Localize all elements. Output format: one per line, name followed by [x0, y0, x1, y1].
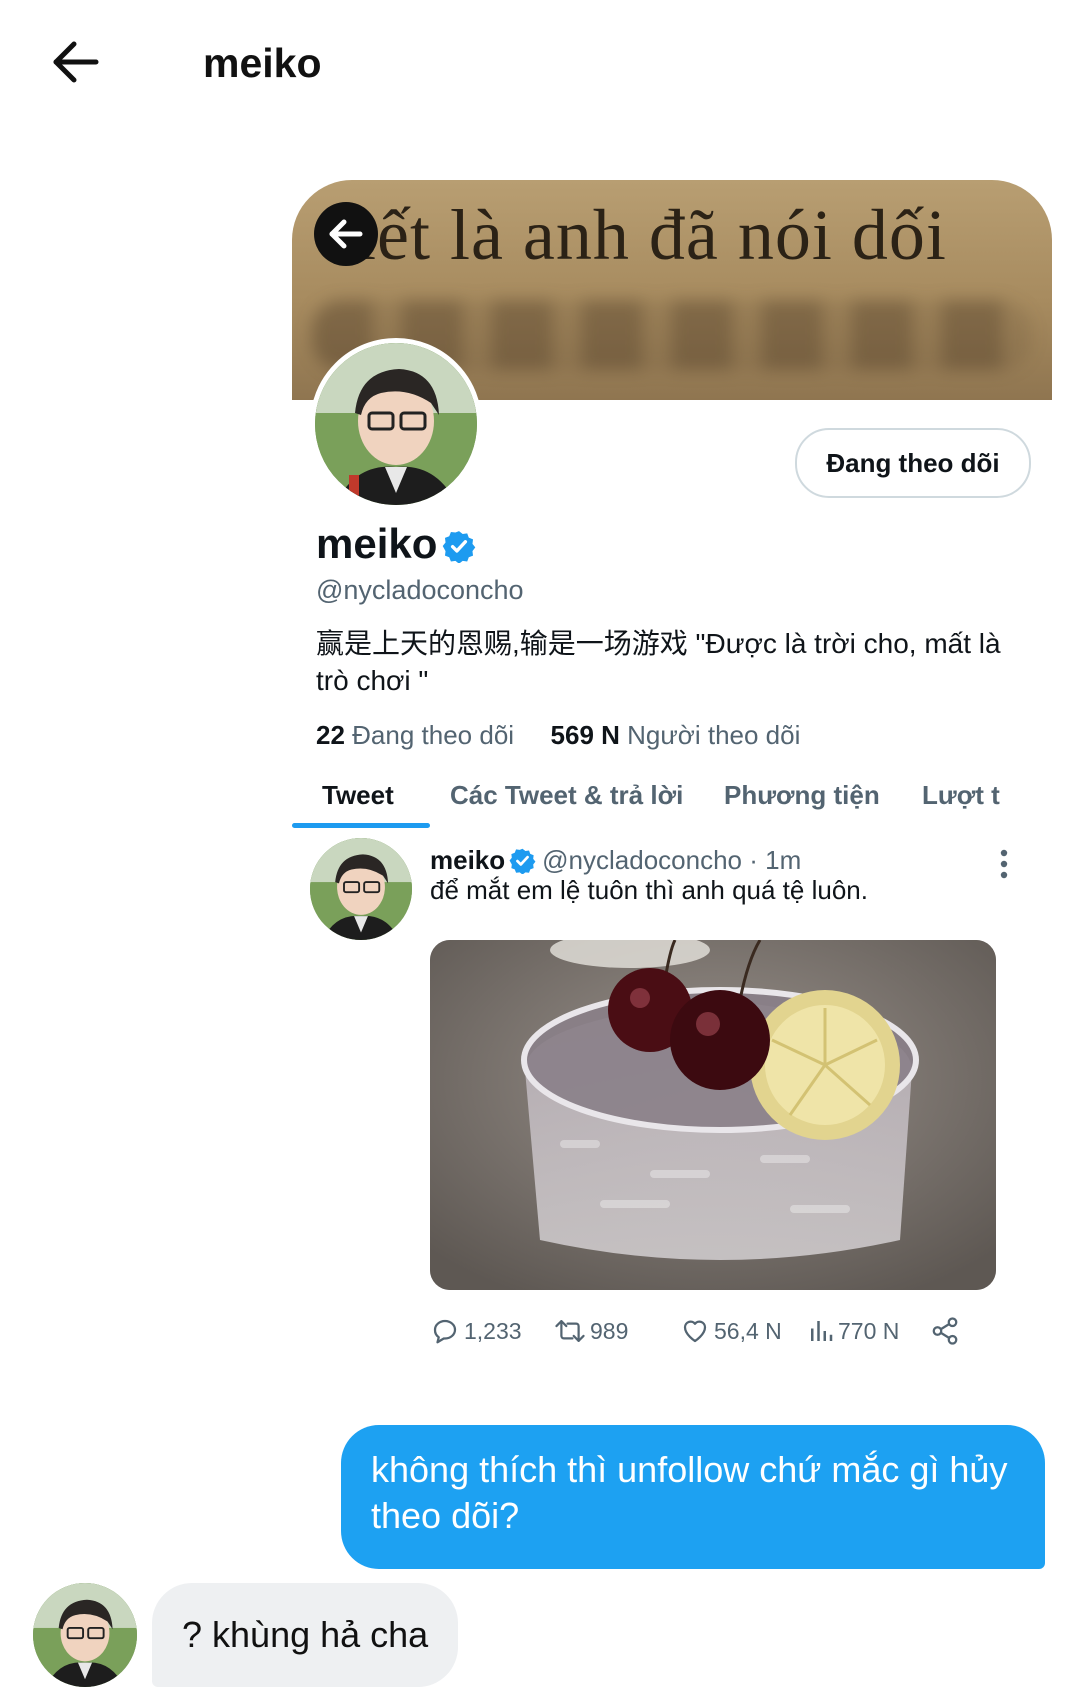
verified-badge-icon — [442, 529, 476, 564]
back-arrow-icon[interactable] — [40, 30, 120, 110]
retweet-count: 989 — [590, 1317, 629, 1344]
sender-avatar[interactable] — [33, 1583, 137, 1687]
sent-message[interactable]: không thích thì unfollow chứ mắc gì hủy … — [341, 1425, 1045, 1569]
tab-tweets-replies[interactable]: Các Tweet & trả lời — [450, 780, 683, 811]
tweet-actions: 1,233 989 56,4 N 770 N — [430, 1315, 990, 1355]
profile-handle: @nycladoconcho — [316, 575, 524, 605]
views-count: 770 N — [838, 1317, 900, 1344]
tab-likes[interactable]: Lượt t — [922, 780, 1000, 811]
views-action[interactable]: 770 N — [808, 1315, 899, 1347]
tweet-media-drink[interactable] — [430, 940, 996, 1290]
profile-stats: 22 Đang theo dõi 569 N Người theo dõi — [316, 720, 800, 751]
like-count: 56,4 N — [714, 1317, 782, 1344]
tab-media[interactable]: Phương tiện — [724, 780, 880, 811]
profile-avatar[interactable] — [310, 338, 482, 510]
active-tab-indicator — [292, 823, 430, 828]
share-action[interactable] — [930, 1315, 964, 1347]
profile-tabs: Tweet Các Tweet & trả lời Phương tiện Lư… — [292, 750, 1052, 828]
followers-count[interactable]: 569 N — [551, 720, 620, 750]
views-chart-icon — [811, 1321, 833, 1341]
banner-back-icon[interactable] — [314, 202, 378, 266]
tweet-verified-icon — [509, 847, 536, 875]
following-button[interactable]: Đang theo dõi — [795, 428, 1031, 498]
following-label[interactable]: Đang theo dõi — [352, 720, 514, 750]
received-message[interactable]: ? khùng hả cha — [152, 1583, 459, 1687]
tab-tweet[interactable]: Tweet — [322, 780, 394, 811]
tweet-text: để mắt em lệ tuôn thì anh quá tệ luôn. — [430, 875, 868, 905]
more-options-icon[interactable] — [992, 845, 1016, 885]
tweet-author-name[interactable]: meiko — [430, 845, 505, 875]
reply-count: 1,233 — [464, 1317, 522, 1344]
heart-icon — [683, 1320, 707, 1343]
like-action[interactable]: 56,4 N — [680, 1315, 782, 1347]
followers-label[interactable]: Người theo dõi — [627, 720, 800, 750]
reply-icon — [433, 1319, 457, 1344]
retweet-action[interactable]: 989 — [554, 1315, 628, 1347]
share-icon — [932, 1317, 958, 1345]
shared-profile-screenshot[interactable]: iết là anh đã nói dối Đang theo dõi meik… — [292, 180, 1052, 1400]
profile-name: meiko — [316, 520, 438, 567]
tweet-header: meiko @nycladoconcho · 1m — [430, 845, 801, 876]
chat-title: meiko — [203, 40, 322, 86]
profile-bio: 赢是上天的恩赐,输是一场游戏 "Được là trời cho, mất là… — [316, 628, 1001, 696]
following-count[interactable]: 22 — [316, 720, 345, 750]
banner-text: iết là anh đã nói dối — [356, 195, 947, 275]
tweet-handle-time: @nycladoconcho · 1m — [542, 845, 802, 875]
retweet-icon — [555, 1320, 585, 1342]
tweet-avatar[interactable] — [310, 838, 412, 940]
reply-action[interactable]: 1,233 — [430, 1315, 522, 1347]
